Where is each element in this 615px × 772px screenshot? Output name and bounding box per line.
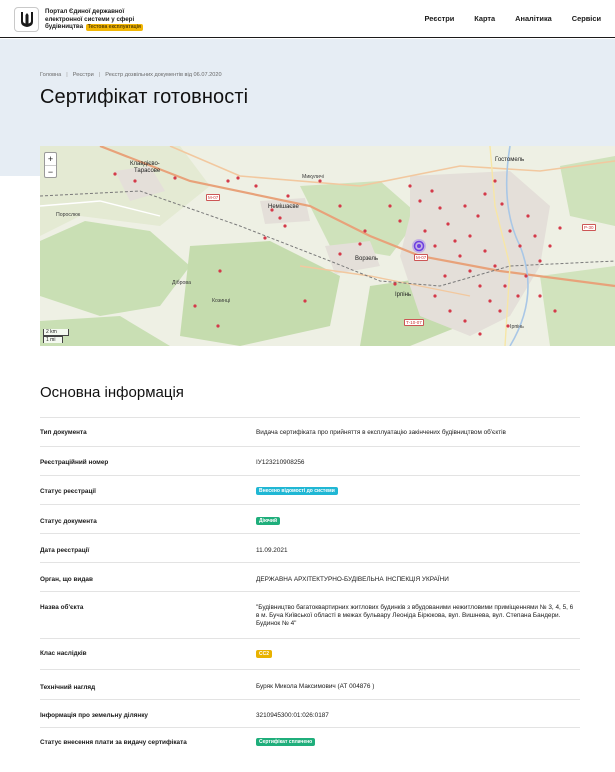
zoom-in-button[interactable]: + xyxy=(45,153,56,165)
main-nav: Реєстри Карта Аналітика Сервіси xyxy=(425,14,601,23)
nav-map[interactable]: Карта xyxy=(474,14,495,23)
site-header: Портал Єдиної державної електронної сист… xyxy=(0,0,615,38)
row-label: Статус реєстрації xyxy=(40,488,96,495)
scale-mi: 1 mi xyxy=(43,336,63,343)
map-road-t1007: Т-10-07 xyxy=(404,319,424,326)
map-scale: 2 km 1 mi xyxy=(43,329,69,343)
map-label-nemishaieve: Немішаєве xyxy=(268,204,299,210)
info-row-registration-status: Статус реєстрації Внесено відомості до с… xyxy=(40,475,580,504)
breadcrumb-separator: | xyxy=(98,72,101,78)
row-label: Реєстраційний номер xyxy=(40,459,109,466)
breadcrumb-home[interactable]: Головна xyxy=(40,72,61,78)
map-road-m07-west: М-07 xyxy=(206,194,221,201)
row-label: Інформація про земельну ділянку xyxy=(40,712,148,719)
row-value: Видача сертифіката про прийняття в експл… xyxy=(256,429,506,436)
registration-status-badge: Внесено відомості до системи xyxy=(256,487,338,495)
brand-title[interactable]: Портал Єдиної державної електронної сист… xyxy=(45,8,175,32)
breadcrumb-registries[interactable]: Реєстри xyxy=(73,72,94,78)
zoom-out-button[interactable]: − xyxy=(45,165,56,177)
map-label-irpin: Ірпінь xyxy=(395,292,412,298)
info-row-land-plot: Інформація про земельну ділянку 32109453… xyxy=(40,699,580,727)
info-row-technical-supervision: Технічний нагляд Буряк Микола Максимович… xyxy=(40,669,580,699)
map-label-porosiuchka: Порослюк xyxy=(56,212,81,218)
row-label: Орган, що видав xyxy=(40,576,93,583)
breadcrumb: Головна | Реєстри | Реєстр дозвільних до… xyxy=(40,72,222,78)
breadcrumb-separator: | xyxy=(66,72,68,78)
nav-registries[interactable]: Реєстри xyxy=(425,14,455,23)
map-label-klavdievo-2: Тарасове xyxy=(134,168,161,174)
row-label: Статус документа xyxy=(40,518,97,525)
info-row-registration-number: Реєстраційний номер IУ123210908256 xyxy=(40,446,580,475)
breadcrumb-current[interactable]: Реєстр дозвільних документів від 06.07.2… xyxy=(105,72,221,78)
map-road-r30: Р-30 xyxy=(582,224,596,231)
brand-line-2: електронної системи у сфері xyxy=(45,15,135,23)
row-value: 11.09.2021 xyxy=(256,547,288,554)
map-label-irpin-south: Ірпінь xyxy=(510,324,524,330)
map-label-mykulychi: Микуличі xyxy=(302,174,324,180)
location-map[interactable]: + − Клавдієво- Тарасове Немішаєве Микули… xyxy=(40,146,615,346)
row-label: Технічний нагляд xyxy=(40,684,96,691)
map-zoom-control: + − xyxy=(44,152,57,178)
row-value: "Будівництво багатоквартирних житлових б… xyxy=(256,604,574,627)
test-mode-badge: Тестова експлуатація xyxy=(85,24,143,32)
map-road-m07: М-07 xyxy=(414,254,429,261)
payment-status-badge: Сертифікат сплачено xyxy=(256,738,316,746)
info-row-object-name: Назва об'єкта "Будівництво багатоквартир… xyxy=(40,591,580,638)
trident-logo-icon[interactable] xyxy=(14,7,39,32)
scale-km: 2 km xyxy=(43,329,69,336)
info-row-issuing-authority: Орган, що видав ДЕРЖАВНА АРХІТЕКТУРНО-БУ… xyxy=(40,562,580,591)
map-label-kozyntsi: Козинці xyxy=(212,298,231,304)
nav-services[interactable]: Сервіси xyxy=(572,14,601,23)
map-label-hostomel: Гостомель xyxy=(495,157,525,163)
consequence-class-badge: СС2 xyxy=(256,650,273,658)
brand-line-3: будівництва xyxy=(45,23,84,31)
info-row-consequence-class: Клас наслідків СС2 xyxy=(40,638,580,669)
row-label: Дата реєстрації xyxy=(40,547,90,554)
row-value: IУ123210908256 xyxy=(256,459,305,466)
info-row-registration-date: Дата реєстрації 11.09.2021 xyxy=(40,533,580,562)
map-canvas xyxy=(40,146,615,346)
row-label: Статус внесення плати за видачу сертифік… xyxy=(40,739,187,746)
map-label-vorzel: Ворзель xyxy=(355,256,379,262)
info-row-document-status: Статус документа Діючий xyxy=(40,504,580,533)
brand-line-1: Портал Єдиної державної xyxy=(45,8,125,15)
row-value: Буряк Микола Максимович (АТ 004876 ) xyxy=(256,683,375,690)
row-value: ДЕРЖАВНА АРХІТЕКТУРНО-БУДІВЕЛЬНА ІНСПЕКЦ… xyxy=(256,576,449,583)
info-row-document-type: Тип документа Видача сертифіката про при… xyxy=(40,417,580,446)
info-row-payment-status: Статус внесення плати за видачу сертифік… xyxy=(40,727,580,755)
row-label: Тип документа xyxy=(40,429,87,436)
document-status-badge: Діючий xyxy=(256,517,281,525)
map-label-dubova: Діброва xyxy=(172,280,191,286)
row-label: Клас наслідків xyxy=(40,650,87,657)
nav-analytics[interactable]: Аналітика xyxy=(515,14,552,23)
page-title: Сертифікат готовності xyxy=(40,86,249,108)
row-label: Назва об'єкта xyxy=(40,604,84,611)
map-label-klavdievo: Клавдієво- xyxy=(130,161,160,167)
row-value: 3210945300:01:026:0187 xyxy=(256,712,329,719)
section-title: Основна інформація xyxy=(40,384,184,401)
